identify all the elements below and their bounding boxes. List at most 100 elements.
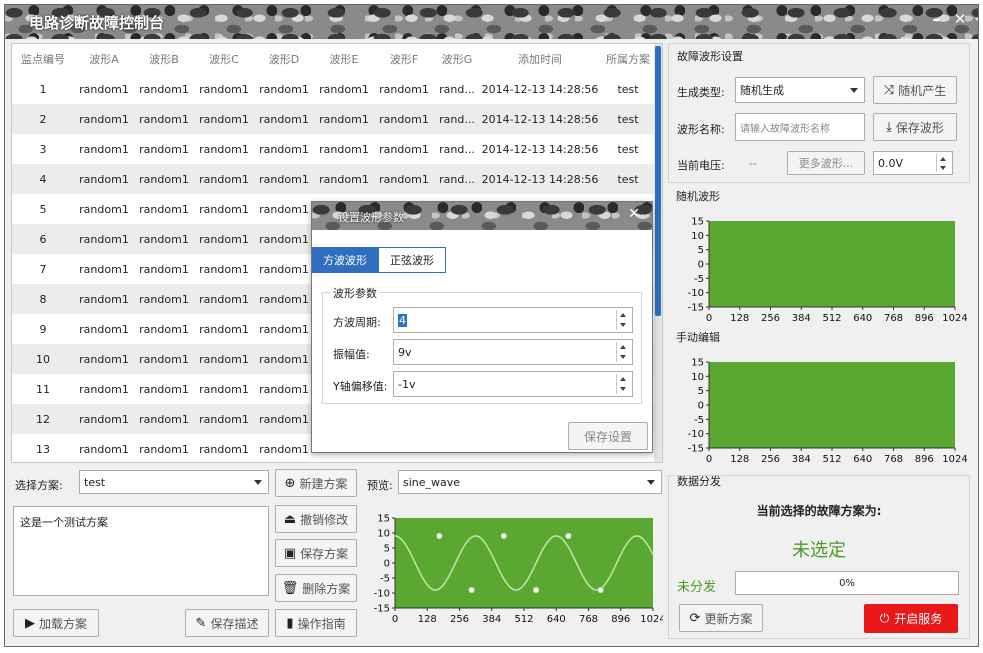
guide-button[interactable]: ▮ 操作指南 <box>275 609 357 637</box>
table-cell: random1 <box>199 82 249 96</box>
y-tick-label: -10 <box>374 589 390 600</box>
x-tick-label: 128 <box>418 614 437 625</box>
scrollbar-thumb[interactable] <box>655 46 661 316</box>
column-header[interactable]: 波形E <box>314 44 374 74</box>
spin-down-icon[interactable] <box>617 352 630 362</box>
table-scrollbar[interactable] <box>654 44 662 462</box>
x-tick-label: 512 <box>822 313 841 324</box>
scheme-select[interactable]: test <box>79 470 269 494</box>
table-row[interactable]: 2 random1 random1 random1 random1 random1 rand… <box>12 104 656 134</box>
column-header[interactable]: 波形F <box>374 44 434 74</box>
delete-scheme-button[interactable]: 🗑 删除方案 <box>275 574 357 602</box>
stamp-icon: ⏏ <box>283 511 297 527</box>
table-cell: random1 <box>139 442 189 456</box>
scheme-description[interactable]: 这是一个测试方案 <box>13 506 269 596</box>
table-cell: random1 <box>139 382 189 396</box>
start-service-button[interactable]: ⏻ 开启服务 <box>864 604 958 633</box>
minimize-icon[interactable]: – <box>927 10 945 28</box>
offset-spinbox[interactable]: -1v <box>393 371 633 397</box>
x-tick-label: 768 <box>884 313 903 324</box>
column-header[interactable]: 波形G <box>434 44 480 74</box>
spin-down-icon[interactable] <box>617 320 630 330</box>
table-cell: random1 <box>314 164 374 194</box>
wave-name-placeholder: 请输入故障波形名称 <box>740 123 830 135</box>
spin-up-icon[interactable] <box>617 374 630 384</box>
table-cell: 11 <box>36 382 50 396</box>
x-tick-label: 896 <box>915 313 934 324</box>
plus-circle-icon: ⊕ <box>284 475 296 491</box>
period-spin-buttons[interactable] <box>616 310 630 330</box>
voltage-label: 当前电压: <box>677 159 725 172</box>
column-header[interactable]: 波形D <box>254 44 314 74</box>
amplitude-spinbox[interactable]: 9v <box>393 339 633 365</box>
table-row[interactable]: 1 random1 random1 random1 random1 random1 rand… <box>12 74 656 104</box>
wave-name-input[interactable]: 请输入故障波形名称 <box>735 113 865 141</box>
update-scheme-button[interactable]: ⟳ 更新方案 <box>679 604 763 632</box>
table-cell: random1 <box>379 82 429 96</box>
save-scheme-button[interactable]: ▣ 保存方案 <box>275 539 357 567</box>
save-settings-button[interactable]: 保存设置 <box>568 422 648 450</box>
plot-area <box>395 518 653 608</box>
spin-down-icon[interactable] <box>617 384 630 394</box>
dialog-title-bar[interactable]: 设置波形参数 ✕ <box>312 202 652 230</box>
amplitude-spin-buttons[interactable] <box>616 342 630 362</box>
tab-sine-label: 正弦波形 <box>390 254 434 267</box>
column-header[interactable]: 添加时间 <box>480 44 600 74</box>
wave-peak-marker <box>565 532 572 540</box>
edit-icon: ✎ <box>195 615 207 631</box>
more-waves-button[interactable]: 更多波形... <box>787 151 865 175</box>
random-wave-svg: 151050-5-10-150 128 256 384 512 640 768 896 1024 <box>688 217 968 325</box>
dialog-close-icon[interactable]: ✕ <box>628 206 640 222</box>
window-title: 电路诊断故障控制台 <box>29 14 165 32</box>
manual-edit-chart[interactable]: 15 10 5 0 -5 -10 -15 0 128 256 384 512 640 768 896 1024 <box>669 344 971 470</box>
random-generate-button[interactable]: ⤨ 随机产生 <box>873 76 957 104</box>
table-cell: random1 <box>254 344 314 374</box>
gen-type-select[interactable]: 随机生成 <box>735 77 865 103</box>
close-icon[interactable]: ✕ <box>951 10 969 28</box>
table-row[interactable]: 3 random1 random1 random1 random1 random1 rand… <box>12 134 656 164</box>
column-header[interactable]: 波形B <box>134 44 194 74</box>
undo-button[interactable]: ⏏ 撤销修改 <box>275 505 357 533</box>
y-tick-label: 15 <box>691 217 704 228</box>
offset-spin-buttons[interactable] <box>616 374 630 394</box>
wave-peak-marker <box>597 586 604 594</box>
table-cell: random1 <box>254 224 314 254</box>
table-cell: random1 <box>259 82 309 96</box>
table-row[interactable]: 4 random1 random1 random1 random1 random1 rand… <box>12 164 656 194</box>
table-cell: random1 <box>74 164 134 194</box>
voltage-spinbox[interactable]: 0.0V <box>873 151 953 175</box>
tab-sine-wave[interactable]: 正弦波形 <box>378 247 446 273</box>
table-cell: random1 <box>259 382 309 396</box>
save-description-button[interactable]: ✎ 保存描述 <box>185 609 269 637</box>
table-cell: random1 <box>194 224 254 254</box>
load-scheme-button[interactable]: ▶ 加载方案 <box>13 609 99 637</box>
x-tick-label: 640 <box>547 614 566 625</box>
column-header[interactable]: 监点编号 <box>12 44 74 74</box>
column-header[interactable]: 波形A <box>74 44 134 74</box>
spin-up-icon[interactable] <box>937 154 950 163</box>
x-tick-label: 1024 <box>942 313 967 324</box>
table-cell: test <box>600 164 656 194</box>
column-header[interactable]: 所属方案 <box>600 44 656 74</box>
preview-select[interactable]: sine_wave <box>398 470 662 494</box>
floppy-icon: ▣ <box>283 545 297 561</box>
spin-up-icon[interactable] <box>617 342 630 352</box>
scheme-description-text: 这是一个测试方案 <box>20 516 108 529</box>
x-tick-label: 640 <box>853 313 872 324</box>
spin-up-icon[interactable] <box>617 310 630 320</box>
table-cell: random1 <box>254 404 314 434</box>
shuffle-icon: ⤨ <box>883 82 895 98</box>
x-tick-label: 0 <box>706 454 712 465</box>
table-cell: random1 <box>79 142 129 156</box>
spin-down-icon[interactable] <box>937 163 950 172</box>
tab-square-wave[interactable]: 方波波形 <box>312 247 378 273</box>
period-spinbox[interactable]: 4 <box>393 307 633 333</box>
table-cell: random1 <box>74 284 134 314</box>
save-wave-button[interactable]: ⤓ 保存波形 <box>873 113 957 141</box>
x-tick-label: 1024 <box>942 454 967 465</box>
voltage-spin-buttons[interactable] <box>936 154 950 172</box>
title-bar[interactable]: 电路诊断故障控制台 – ✕ <box>5 5 978 39</box>
column-header[interactable]: 波形C <box>194 44 254 74</box>
fault-settings-group: 故障波形设置 生成类型: 随机生成 ⤨ 随机产生 波形名称: 请输入故障波形名称 … <box>668 43 970 183</box>
new-scheme-button[interactable]: ⊕ 新建方案 <box>275 469 357 497</box>
